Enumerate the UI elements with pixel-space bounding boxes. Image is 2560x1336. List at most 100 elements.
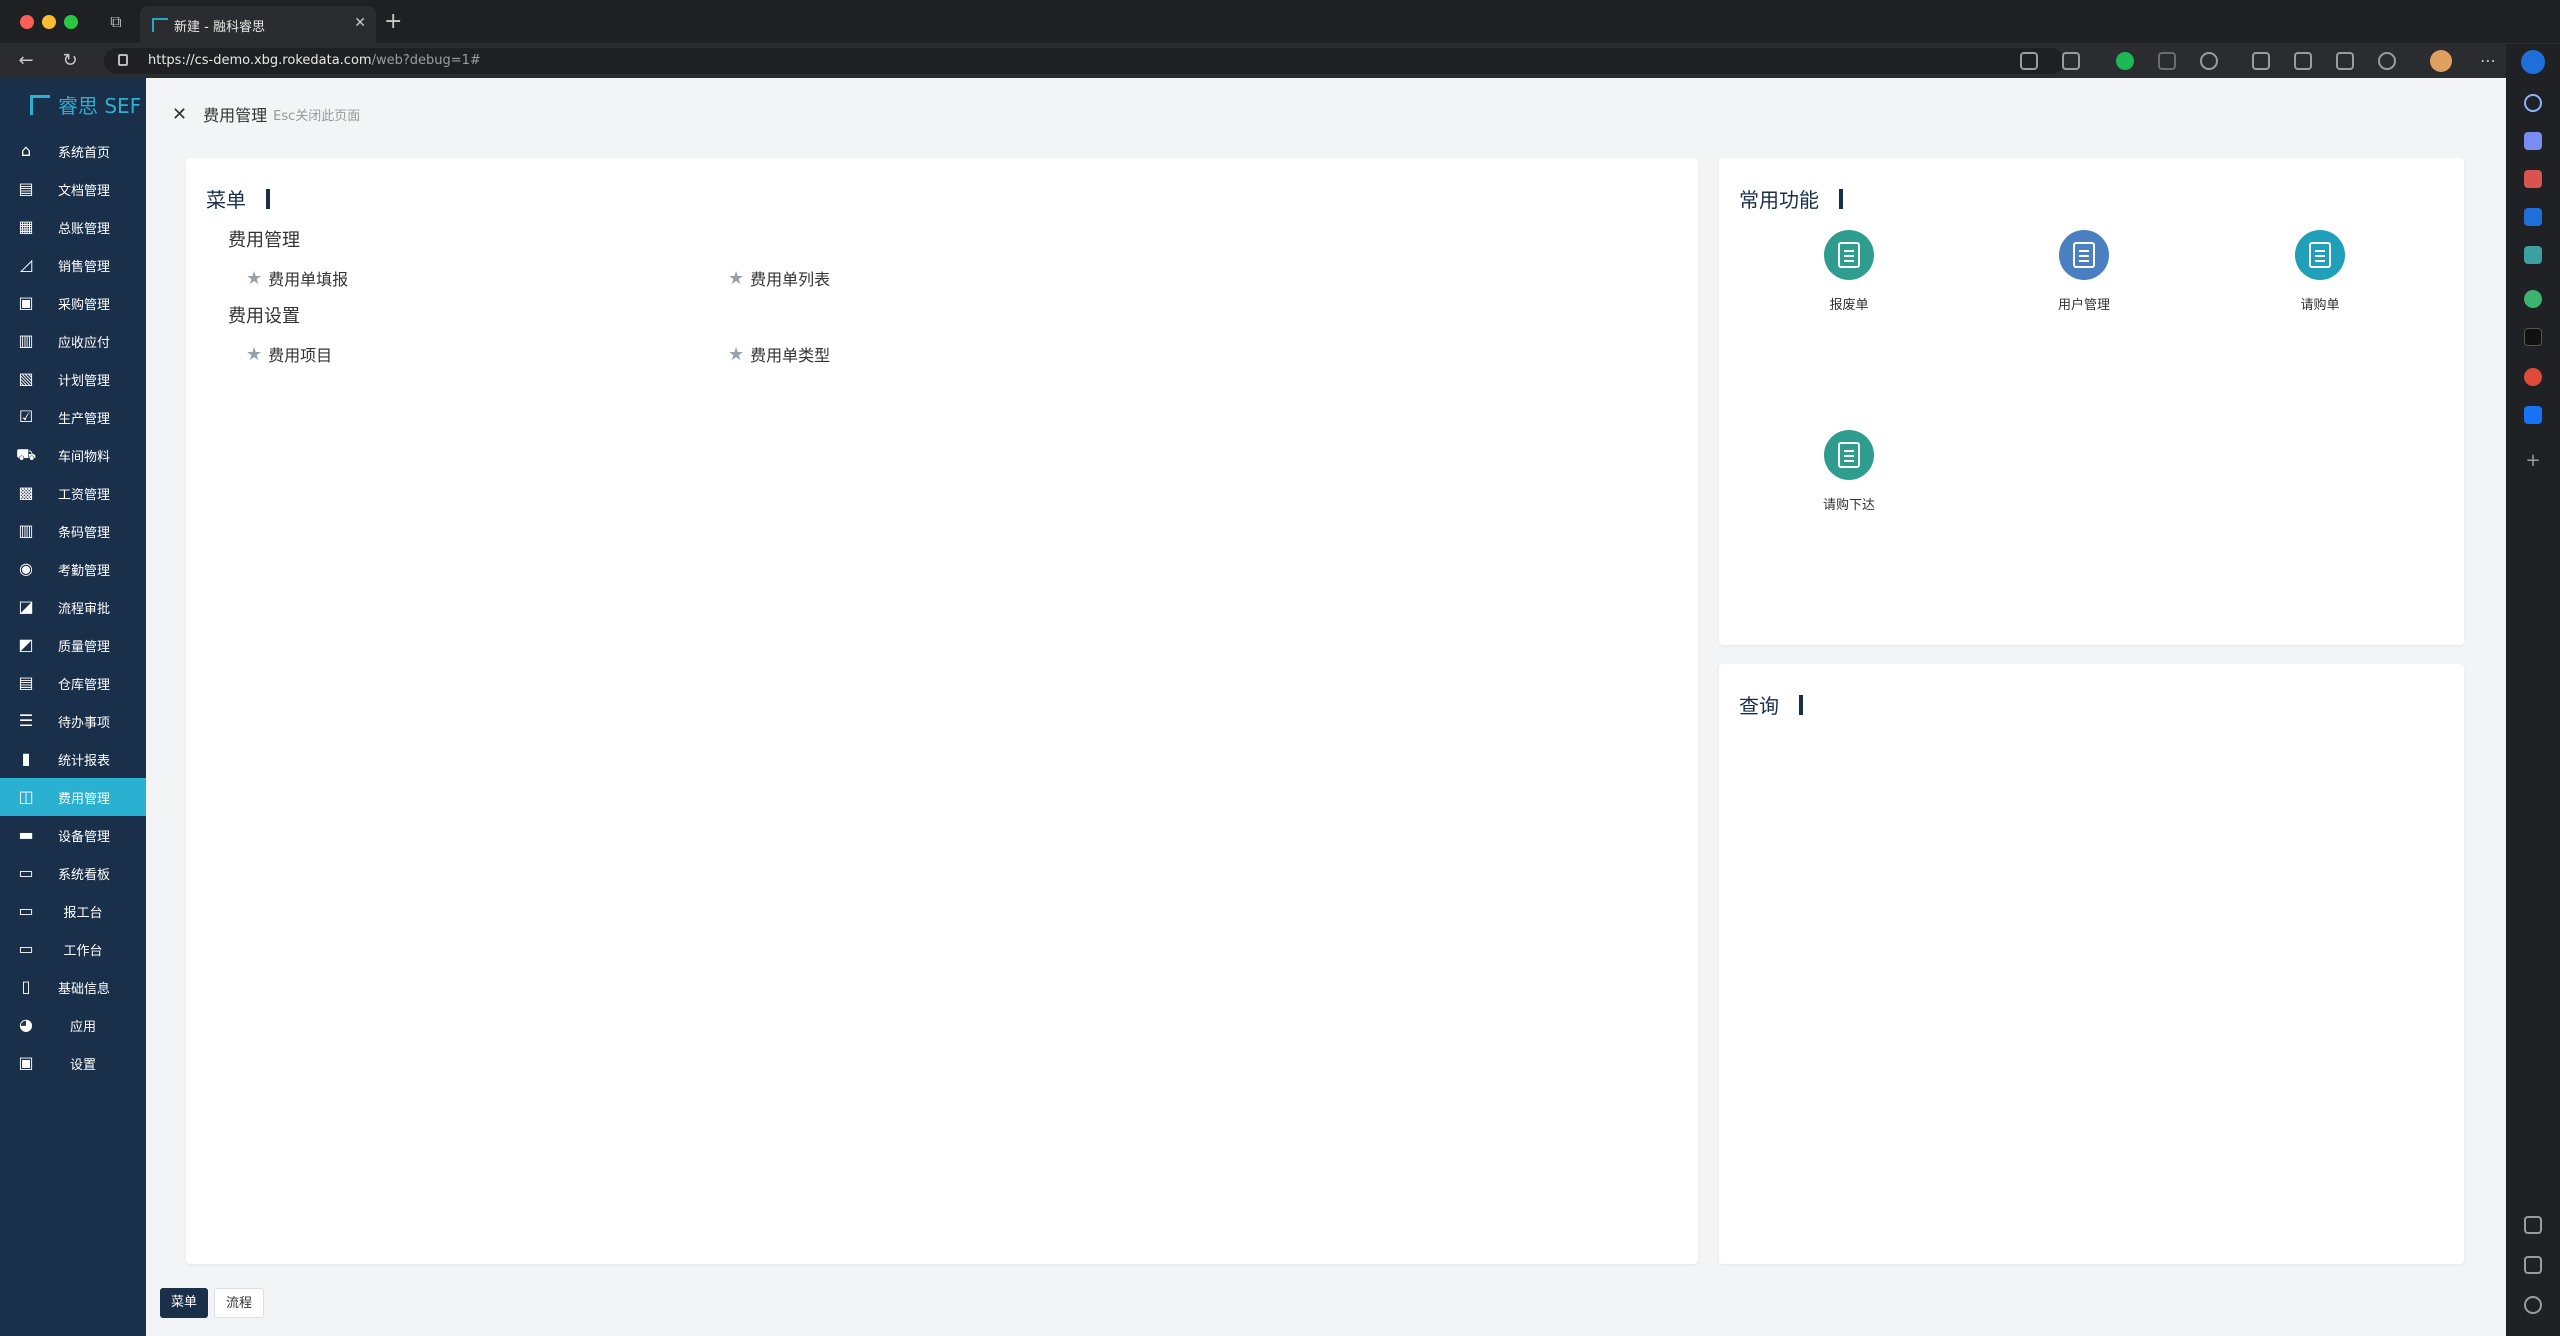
sidebar-item-2[interactable]: ▦ 总账管理 [0, 208, 146, 246]
browser-essentials-icon[interactable] [2378, 52, 2396, 70]
more-menu-icon[interactable]: ⋯ [2476, 49, 2500, 73]
tab-menu[interactable]: 菜单 [160, 1288, 209, 1318]
cart-icon: ⛟ [16, 445, 37, 464]
sidebar-toggle-icon[interactable] [2524, 1256, 2542, 1274]
sidebar-item-11[interactable]: ◉ 考勤管理 [0, 550, 146, 588]
tab-actions-icon[interactable]: ⧉ [106, 12, 126, 32]
menu-link-expense-list[interactable]: ★ 费用单列表 [728, 266, 830, 290]
back-icon[interactable]: ← [14, 49, 38, 73]
sidebar-item-label: 销售管理 [58, 259, 111, 275]
brand-logo[interactable]: 睿思 SEF [30, 90, 146, 116]
weibo-icon[interactable] [2524, 368, 2542, 386]
extension-icon[interactable] [2200, 52, 2218, 70]
sidebar-item-13[interactable]: ◩ 质量管理 [0, 626, 146, 664]
sidebar-item-20[interactable]: ▭ 报工台 [0, 892, 146, 930]
screenshot-icon[interactable] [2524, 1216, 2542, 1234]
sidebar-item-5[interactable]: ▥ 应收应付 [0, 322, 146, 360]
copilot-icon[interactable] [2521, 50, 2545, 74]
tiktok-icon[interactable] [2524, 328, 2542, 346]
page-hint: Esc关闭此页面 [273, 108, 361, 124]
sidebar-item-label: 质量管理 [58, 639, 111, 655]
sidebar-item-label: 系统首页 [58, 145, 111, 161]
collections-icon[interactable] [2336, 52, 2354, 70]
quality-icon: ◩ [18, 635, 34, 654]
tab-close-icon[interactable]: ✕ [354, 15, 366, 31]
sidebar-item-0[interactable]: ⌂ 系统首页 [0, 132, 146, 170]
sidebar-item-14[interactable]: ▤ 仓库管理 [0, 664, 146, 702]
sidebar-item-10[interactable]: ▥ 条码管理 [0, 512, 146, 550]
sidebar-item-17[interactable]: ◫ 费用管理 [0, 778, 146, 816]
menu-link-expense-fill[interactable]: ★ 费用单填报 [246, 266, 348, 290]
shortcut-purchase-request[interactable]: 请购单 [2245, 230, 2395, 313]
sidebar-item-22[interactable]: ▯ 基础信息 [0, 968, 146, 1006]
add-icon[interactable]: + [2524, 452, 2542, 470]
window-minimize-button[interactable] [42, 15, 56, 29]
menu-group-expense-management: 费用管理 [228, 230, 300, 251]
games-icon[interactable] [2524, 246, 2542, 264]
star-icon[interactable]: ★ [246, 344, 262, 365]
workflow-icon: ◪ [18, 597, 34, 616]
sidebar-item-16[interactable]: ▮ 统计报表 [0, 740, 146, 778]
browser-tab[interactable]: 新建 - 融科睿思 ✕ [140, 6, 376, 44]
sidebar-item-9[interactable]: ▩ 工资管理 [0, 474, 146, 512]
extension-icon[interactable] [2158, 52, 2176, 70]
star-icon[interactable]: ★ [246, 268, 262, 289]
main-content: ✕ 费用管理 Esc关闭此页面 菜单 费用管理 ★ 费用单填报 ★ 费用单列表 费用… [146, 78, 2506, 1336]
sidebar-item-1[interactable]: ▤ 文档管理 [0, 170, 146, 208]
sidebar-item-label: 设备管理 [58, 829, 111, 845]
star-icon[interactable]: ★ [728, 344, 744, 365]
address-bar[interactable]: https://cs-demo.xbg.rokedata.com/web?deb… [104, 48, 2064, 74]
sidebar-item-label: 条码管理 [58, 525, 111, 541]
menu-link-expense-item[interactable]: ★ 费用项目 [246, 342, 332, 366]
common-functions-card: 常用功能 报废单 用户管理 请购单 请购下达 [1719, 158, 2464, 645]
tree-icon[interactable] [2524, 290, 2542, 308]
sidebar-item-label: 总账管理 [58, 221, 111, 237]
sidebar-item-4[interactable]: ▣ 采购管理 [0, 284, 146, 322]
window-zoom-button[interactable] [64, 15, 78, 29]
workbench-icon: ▭ [18, 939, 34, 958]
purchase-issue-icon [1824, 430, 1874, 480]
dashboard-icon: ▭ [18, 863, 34, 882]
expense-icon: ◫ [18, 787, 34, 806]
sidebar-item-19[interactable]: ▭ 系统看板 [0, 854, 146, 892]
zhihu-icon[interactable] [2524, 406, 2542, 424]
extension-icon[interactable] [2116, 52, 2134, 70]
read-aloud-icon[interactable] [2020, 52, 2038, 70]
purchase-icon: ▣ [18, 293, 34, 312]
outlook-icon[interactable] [2524, 208, 2542, 226]
sidebar-item-label: 计划管理 [58, 373, 111, 389]
split-screen-icon[interactable] [2252, 52, 2270, 70]
reload-icon[interactable]: ↻ [58, 49, 82, 73]
window-close-button[interactable] [20, 15, 34, 29]
tools-icon[interactable] [2524, 170, 2542, 188]
favorite-star-icon[interactable] [2062, 52, 2080, 70]
settings-icon: ▣ [18, 1053, 34, 1072]
sidebar-item-21[interactable]: ▭ 工作台 [0, 930, 146, 968]
search-icon[interactable] [2524, 94, 2542, 112]
profile-avatar[interactable] [2430, 50, 2452, 72]
sidebar-item-7[interactable]: ☑ 生产管理 [0, 398, 146, 436]
browser-titlebar: ⧉ 新建 - 融科睿思 ✕ + [0, 0, 2560, 44]
sidebar-item-12[interactable]: ◪ 流程审批 [0, 588, 146, 626]
menu-link-expense-type[interactable]: ★ 费用单类型 [728, 342, 830, 366]
shopping-icon[interactable] [2524, 132, 2542, 150]
close-page-icon[interactable]: ✕ [172, 104, 187, 125]
sidebar-item-24[interactable]: ▣ 设置 [0, 1044, 146, 1082]
settings-gear-icon[interactable] [2524, 1296, 2542, 1314]
sidebar-item-6[interactable]: ▧ 计划管理 [0, 360, 146, 398]
star-icon[interactable]: ★ [728, 268, 744, 289]
favorites-icon[interactable] [2294, 52, 2312, 70]
sidebar-item-23[interactable]: ◕ 应用 [0, 1006, 146, 1044]
shortcut-purchase-issue[interactable]: 请购下达 [1774, 430, 1924, 513]
sidebar-item-8[interactable]: ⛟ 车间物料 [0, 436, 146, 474]
menu-card-title: 菜单 [206, 184, 270, 213]
sidebar-item-18[interactable]: ▬ 设备管理 [0, 816, 146, 854]
sidebar-item-15[interactable]: ☰ 待办事项 [0, 702, 146, 740]
sidebar-item-label: 报工台 [63, 905, 103, 921]
shortcut-user-management[interactable]: 用户管理 [2009, 230, 2159, 313]
new-tab-button[interactable]: + [384, 10, 402, 34]
shortcut-scrap-order[interactable]: 报废单 [1774, 230, 1924, 313]
browser-toolbar: ← ↻ https://cs-demo.xbg.rokedata.com/web… [0, 44, 2560, 78]
sidebar-item-3[interactable]: ◿ 销售管理 [0, 246, 146, 284]
tab-flow[interactable]: 流程 [214, 1288, 265, 1318]
